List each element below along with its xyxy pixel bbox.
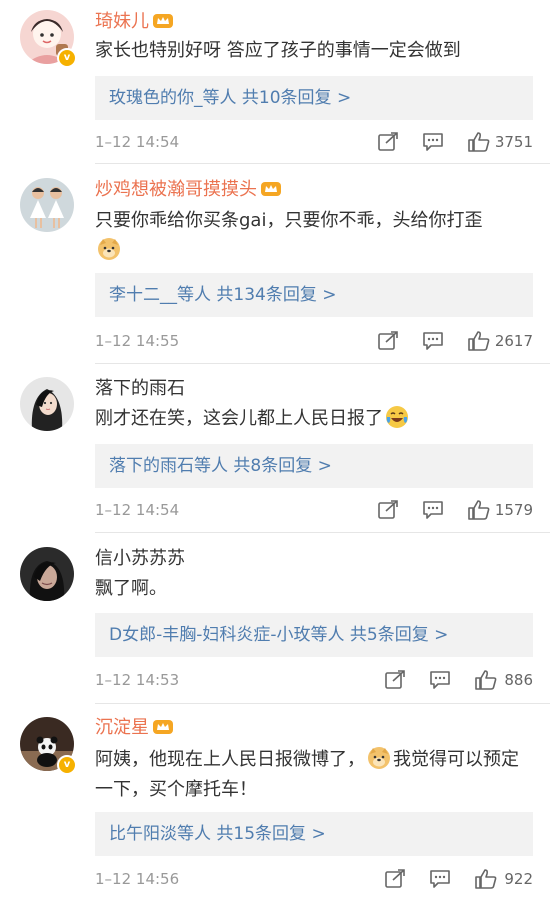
vip-crown-icon xyxy=(153,14,173,28)
user-name[interactable]: 信小苏苏苏 xyxy=(95,548,185,570)
user-name[interactable]: 炒鸡想被瀚哥摸摸头 xyxy=(95,179,281,201)
vip-crown-icon xyxy=(261,182,281,196)
doge-emoji-icon xyxy=(368,747,390,769)
comment-text: 飘了啊。 xyxy=(95,578,167,599)
timestamp: 1–12 14:55 xyxy=(95,332,180,350)
timestamp: 1–12 14:53 xyxy=(95,671,180,689)
like-count: 1579 xyxy=(494,501,533,519)
divider xyxy=(95,163,550,164)
comment-meta: 1–12 14:54 1579 xyxy=(95,498,535,522)
comment-icon[interactable] xyxy=(429,670,451,690)
verified-badge-icon: v xyxy=(57,48,77,68)
thumbs-up-icon[interactable] xyxy=(468,132,490,152)
share-icon[interactable] xyxy=(377,132,399,152)
reply-summary-link[interactable]: 比午阳淡等人 共15条回复 > xyxy=(95,812,533,856)
like-count: 886 xyxy=(504,671,533,689)
share-icon[interactable] xyxy=(377,331,399,351)
laugh-cry-emoji-icon xyxy=(386,406,408,428)
timestamp: 1–12 14:54 xyxy=(95,501,180,519)
share-icon[interactable] xyxy=(384,670,406,690)
doge-emoji-icon xyxy=(98,238,120,260)
comment-icon[interactable] xyxy=(422,132,444,152)
comment-meta: 1–12 14:54 3751 xyxy=(95,130,535,154)
comment-meta: 1–12 14:53 886 xyxy=(95,668,535,692)
like-count: 922 xyxy=(504,870,533,888)
avatar[interactable] xyxy=(20,178,74,232)
reply-summary-link[interactable]: 落下的雨石等人 共8条回复 > xyxy=(95,444,533,488)
thumbs-up-icon[interactable] xyxy=(475,670,497,690)
comment-icon[interactable] xyxy=(422,331,444,351)
comment-text: 刚才还在笑，这会儿都上人民日报了 xyxy=(95,404,535,434)
divider xyxy=(95,363,550,364)
user-name[interactable]: 沉淀星 xyxy=(95,717,173,739)
comment-text: 只要你乖给你买条gai，只要你不乖，头给你打歪 xyxy=(95,206,535,266)
thumbs-up-icon[interactable] xyxy=(475,869,497,889)
comment-text: 家长也特别好呀 答应了孩子的事情一定会做到 xyxy=(95,40,461,61)
avatar[interactable] xyxy=(20,377,74,431)
share-icon[interactable] xyxy=(384,869,406,889)
comment-text: 阿姨，他现在上人民日报微博了， 我觉得可以预定一下，买个摩托车！ xyxy=(95,745,535,805)
like-count: 2617 xyxy=(494,332,533,350)
reply-summary-link[interactable]: D女郎-丰胸-妇科炎症-小玫等人 共5条回复 > xyxy=(95,613,533,657)
divider xyxy=(95,532,550,533)
vip-crown-icon xyxy=(153,720,173,734)
thumbs-up-icon[interactable] xyxy=(468,500,490,520)
timestamp: 1–12 14:56 xyxy=(95,870,180,888)
comment-meta: 1–12 14:56 922 xyxy=(95,867,535,891)
verified-badge-icon: v xyxy=(57,755,77,775)
divider xyxy=(95,703,550,704)
timestamp: 1–12 14:54 xyxy=(95,133,180,151)
user-name[interactable]: 琦妹儿 xyxy=(95,11,173,33)
share-icon[interactable] xyxy=(377,500,399,520)
reply-summary-link[interactable]: 李十二__等人 共134条回复 > xyxy=(95,273,533,317)
reply-summary-link[interactable]: 玫瑰色的你_等人 共10条回复 > xyxy=(95,76,533,120)
comment-icon[interactable] xyxy=(422,500,444,520)
comment-meta: 1–12 14:55 2617 xyxy=(95,329,535,353)
like-count: 3751 xyxy=(494,133,533,151)
avatar[interactable] xyxy=(20,547,74,601)
user-name[interactable]: 落下的雨石 xyxy=(95,378,185,400)
thumbs-up-icon[interactable] xyxy=(468,331,490,351)
comment-icon[interactable] xyxy=(429,869,451,889)
